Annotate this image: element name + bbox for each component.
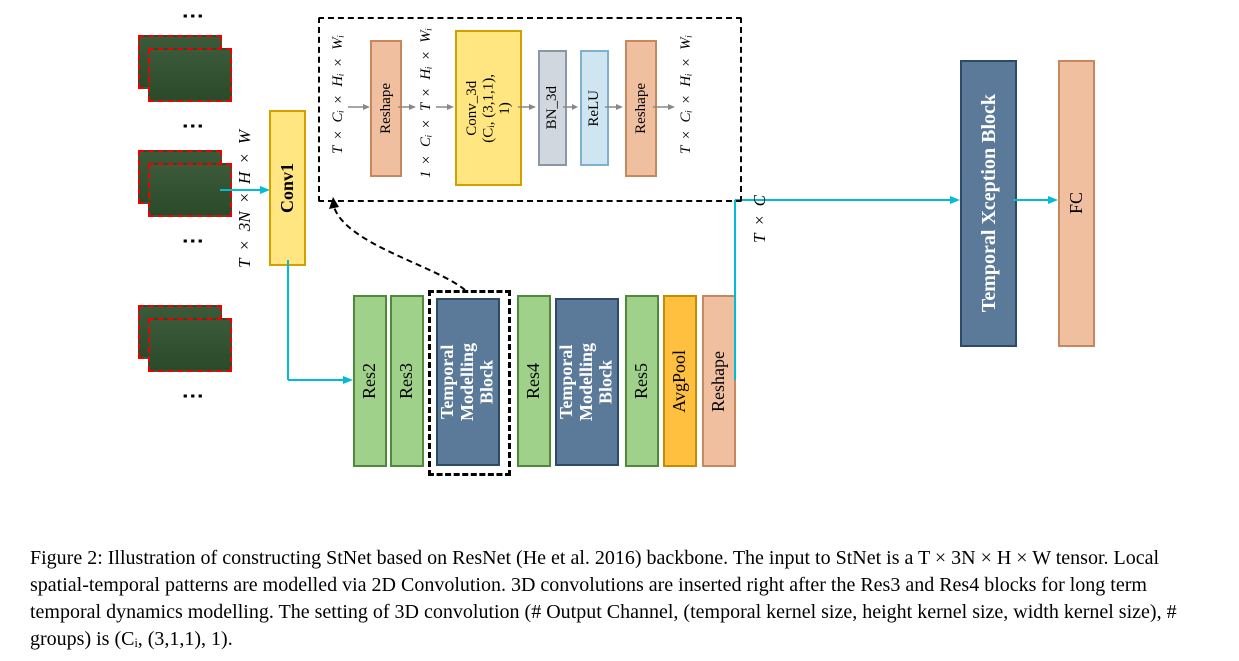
arrow-icon: [605, 103, 623, 111]
conv3d-block: Conv_3d (Cᵢ, (3,1,1), 1): [455, 30, 522, 186]
conv1-block: Conv1: [269, 110, 306, 266]
ellipsis-icon: ⋮: [180, 115, 206, 139]
temporal-xception-block: Temporal Xception Block: [960, 60, 1017, 347]
tensor-dim-label: T × Cᵢ × Hᵢ × Wᵢ: [678, 35, 695, 154]
tensor-dim-label: T × 3N × H × W: [235, 130, 255, 268]
temporal-modelling-block: Temporal Modelling Block: [555, 298, 619, 466]
arrow-icon: [563, 103, 578, 111]
tensor-dim-label: T × C: [750, 195, 770, 243]
ellipsis-icon: ⋮: [180, 385, 206, 409]
res3-block: Res3: [390, 295, 424, 467]
res4-block: Res4: [517, 295, 551, 467]
video-frame: [148, 48, 232, 102]
arrow-icon: [348, 103, 370, 111]
res2-block: Res2: [353, 295, 387, 467]
arrow-icon: [518, 103, 536, 111]
arrow-icon: [398, 103, 416, 111]
tensor-dim-label: T × Cᵢ × Hᵢ × Wᵢ: [330, 35, 347, 154]
fc-block: FC: [1058, 60, 1095, 347]
tensor-dim-label: 1 × Cᵢ × T × Hᵢ × Wᵢ: [418, 28, 435, 178]
architecture-diagram: ⋮ ⋮ ⋮ ⋮ T × 3N × H × W Conv1 Res2 Res3 T…: [0, 0, 1239, 520]
arrow-icon: [220, 185, 270, 195]
arrow-icon: [1013, 195, 1058, 205]
arrow-icon: [436, 103, 454, 111]
ellipsis-icon: ⋮: [180, 230, 206, 254]
arrow-icon: [653, 103, 675, 111]
temporal-modelling-block: Temporal Modelling Block: [436, 298, 500, 466]
video-frame: [148, 318, 232, 372]
res5-block: Res5: [625, 295, 659, 467]
avgpool-block: AvgPool: [663, 295, 697, 467]
ellipsis-icon: ⋮: [180, 5, 206, 29]
figure-caption: Figure 2: Illustration of constructing S…: [30, 545, 1210, 653]
dashed-connector: [325, 195, 485, 295]
